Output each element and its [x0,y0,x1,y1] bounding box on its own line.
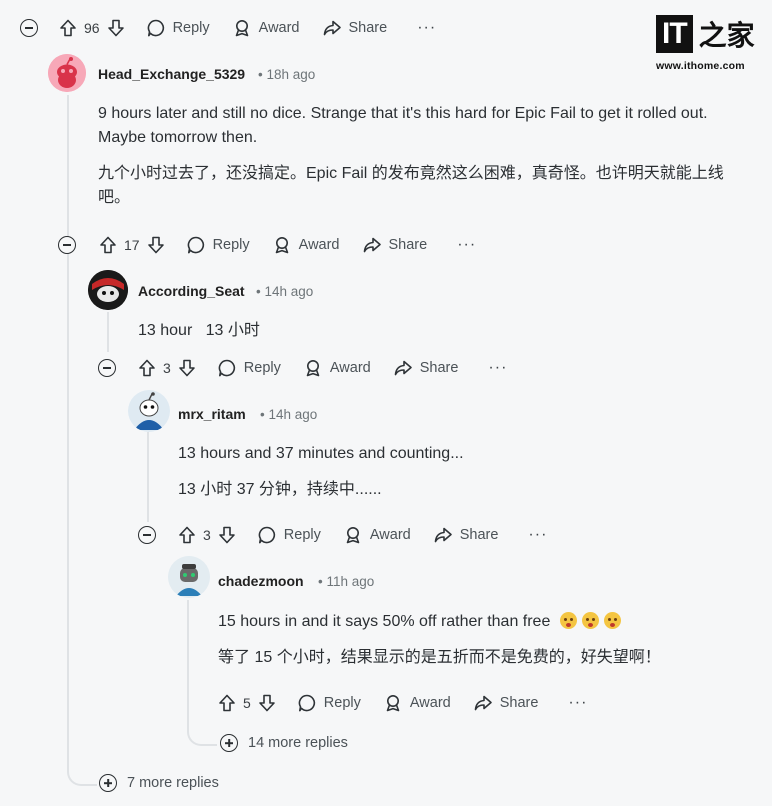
upvote-icon[interactable] [58,18,78,38]
award-button[interactable]: Award [303,358,371,378]
comment-body: 13 hour 13 小时 [138,322,260,339]
upvote-icon[interactable] [177,525,197,545]
award-icon [303,358,323,378]
award-icon [232,18,252,38]
comment-time: • 18h ago [258,67,316,82]
vote-count: 3 [163,360,171,376]
award-button[interactable]: Award [383,693,451,713]
share-button[interactable]: Share [433,525,498,545]
more-options-button[interactable]: ··· [488,359,507,377]
flushed-emoji-icon [603,612,621,629]
more-replies-inner-button[interactable]: 14 more replies [220,734,348,752]
reply-icon [297,693,317,713]
thread-curve-outer [67,760,97,786]
award-button[interactable]: Award [232,18,300,38]
watermark-it: IT [656,15,693,53]
vote-count: 3 [203,527,211,543]
share-icon [473,693,493,713]
upvote-icon[interactable] [137,358,157,378]
more-options-button[interactable]: ··· [528,526,547,544]
downvote-icon[interactable] [177,358,197,378]
comment-body-en: 13 hours and 37 minutes and counting... [178,445,464,462]
vote-count: 17 [124,237,140,253]
comment-body-en: 9 hours later and still no dice. Strange… [98,105,708,146]
vote-count: 5 [243,695,251,711]
reply-icon [257,525,277,545]
share-button[interactable]: Share [473,693,538,713]
snoo-avatar-icon [88,270,128,310]
avatar[interactable] [168,556,210,598]
collapse-thread-button[interactable] [138,526,156,544]
share-button[interactable]: Share [362,235,427,255]
comment-author[interactable]: chadezmoon [218,573,304,589]
more-options-button[interactable]: ··· [568,694,587,712]
award-icon [272,235,292,255]
award-button[interactable]: Award [343,525,411,545]
comment-time: • 11h ago [318,574,375,589]
share-button[interactable]: Share [393,358,458,378]
more-options-button[interactable]: ··· [417,19,436,37]
avatar[interactable] [88,270,128,310]
reply-button[interactable]: Reply [217,358,281,378]
vote-count: 96 [84,20,100,36]
reply-icon [217,358,237,378]
downvote-icon[interactable] [217,525,237,545]
reply-button[interactable]: Reply [186,235,250,255]
collapse-thread-button[interactable] [98,359,116,377]
upvote-icon[interactable] [98,235,118,255]
comment-actions: 3 Reply Award Share ··· [177,523,547,547]
comment-time: • 14h ago [260,407,318,422]
comment-time: • 14h ago [256,284,314,299]
avatar[interactable] [128,390,170,432]
watermark-zh: 之家 [698,19,755,52]
flushed-emoji-icon [581,612,599,629]
reply-button[interactable]: Reply [257,525,321,545]
award-icon [343,525,363,545]
thread-line-level1 [107,312,109,352]
upvote-icon[interactable] [217,693,237,713]
comment-actions: 3 Reply Award Share ··· [137,356,507,380]
expand-icon [99,774,117,792]
downvote-icon[interactable] [257,693,277,713]
flushed-emoji-icon [559,612,577,629]
more-replies-outer-button[interactable]: 7 more replies [99,774,219,792]
comment-body-zh: 13 小时 37 分钟，持续中...... [178,481,382,498]
avatar[interactable] [48,54,86,92]
reply-icon [146,18,166,38]
downvote-icon[interactable] [106,18,126,38]
share-icon [362,235,382,255]
share-icon [433,525,453,545]
award-icon [383,693,403,713]
ithome-watermark: IT 之家 www.ithome.com [656,14,764,72]
snoo-avatar-icon [168,556,210,598]
collapse-thread-button[interactable] [58,236,76,254]
comment-author[interactable]: Head_Exchange_5329 [98,66,245,82]
thread-line-level2 [147,432,149,522]
award-button[interactable]: Award [272,235,340,255]
expand-icon [220,734,238,752]
comment-author[interactable]: mrx_ritam [178,406,246,422]
watermark-url: www.ithome.com [656,60,745,72]
comment-body-zh: 九个小时过去了，还没搞定。Epic Fail 的发布竟然这么困难，真奇怪。也许明… [98,165,724,206]
share-button[interactable]: Share [322,18,387,38]
reply-button[interactable]: Reply [146,18,210,38]
thread-line-level3 [187,600,189,720]
share-icon [393,358,413,378]
thread-curve-inner [187,718,217,746]
comment-author[interactable]: According_Seat [138,283,245,299]
top-actions: 96 Reply Award Share ··· [58,16,436,40]
snoo-avatar-icon [48,54,86,92]
snoo-avatar-icon [128,390,170,432]
share-icon [322,18,342,38]
more-options-button[interactable]: ··· [457,236,476,254]
thread-line-root [67,95,69,765]
comment-actions: 17 Reply Award Share ··· [98,233,476,257]
reply-icon [186,235,206,255]
collapse-thread-button[interactable] [20,19,38,37]
reply-button[interactable]: Reply [297,693,361,713]
comment-body-zh: 等了 15 个小时，结果显示的是五折而不是免费的，好失望啊！ [218,649,661,666]
comment-actions: 5 Reply Award Share ··· [217,691,587,715]
downvote-icon[interactable] [146,235,166,255]
comment-body-en: 15 hours in and it says 50% off rather t… [218,610,621,634]
